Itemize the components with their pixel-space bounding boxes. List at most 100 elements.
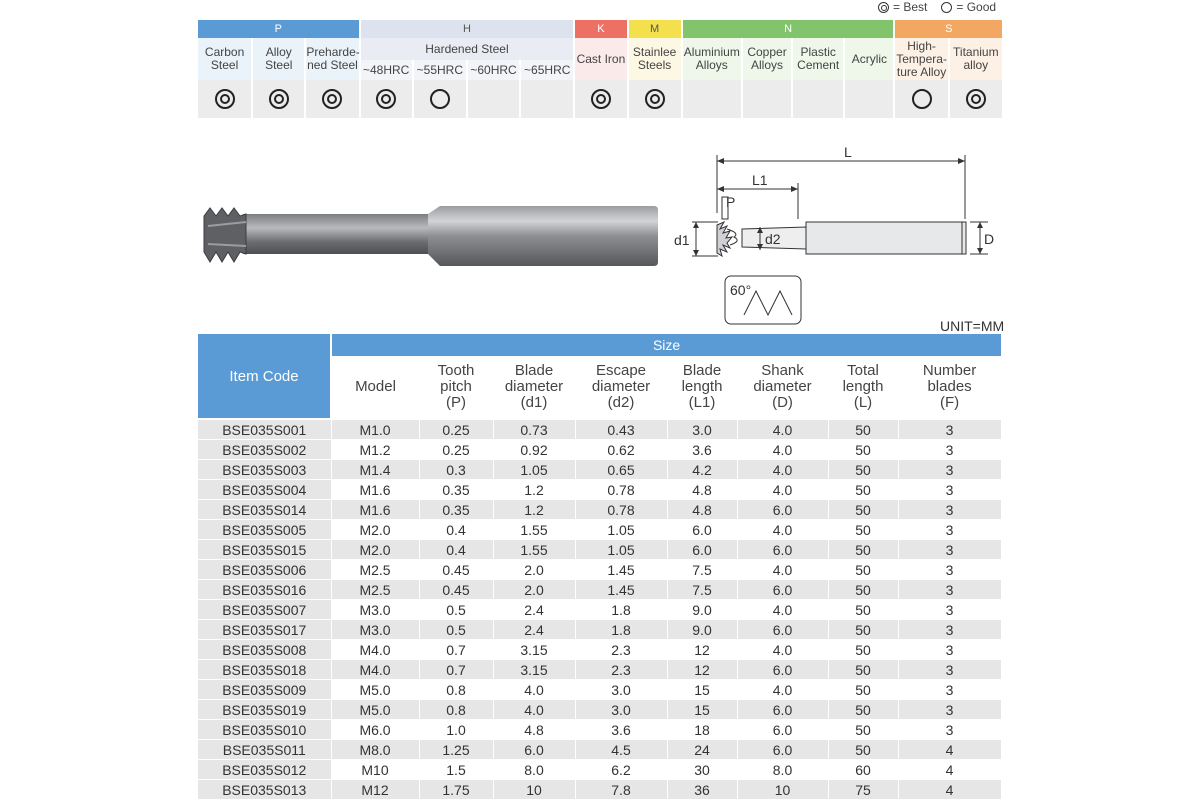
col-tooth-pitch: Tooth pitch (P): [437, 362, 475, 411]
table-cell: M4.0: [331, 659, 420, 680]
table-cell: 9.0: [667, 599, 738, 620]
item-code-cell: BSE035S009: [198, 679, 332, 700]
table-cell: 4: [898, 739, 1002, 760]
item-code-cell: BSE035S004: [198, 479, 332, 500]
table-cell: 36: [667, 779, 738, 800]
label-P: P: [726, 194, 735, 210]
material-plastic-cement: Plastic Cement: [792, 38, 846, 80]
table-cell: 3: [898, 679, 1002, 700]
table-cell: 50: [828, 439, 899, 460]
table-cell: 1.55: [493, 519, 576, 540]
material-carbon-steel: Carbon Steel: [198, 38, 254, 80]
table-cell: 50: [828, 719, 899, 740]
table-cell: M3.0: [331, 619, 420, 640]
item-code-cell: BSE035S014: [198, 499, 332, 520]
rating-row: [198, 80, 1005, 118]
table-cell: 50: [828, 499, 899, 520]
col-model: Model: [355, 378, 396, 395]
table-cell: 2.3: [575, 639, 668, 660]
table-row: BSE035S003 M1.4 0.3 1.05 0.65 4.2 4.0 50 3: [198, 459, 1002, 480]
legend-good-label: = Good: [956, 0, 997, 14]
size-table-body: BSE035S001 M1.0 0.25 0.73 0.43 3.0 4.0 50 3 BSE03…: [198, 420, 1002, 800]
table-cell: 4.0: [737, 420, 829, 440]
col-number-blades: Number blades (F): [922, 362, 977, 411]
table-cell: M2.0: [331, 519, 420, 540]
table-cell: 50: [828, 519, 899, 540]
table-cell: 3.15: [493, 659, 576, 680]
table-cell: 60: [828, 759, 899, 780]
item-code-cell: BSE035S008: [198, 639, 332, 660]
label-d2: d2: [765, 231, 781, 247]
table-cell: 3.0: [575, 699, 668, 720]
table-cell: 1.45: [575, 579, 668, 600]
col-shank-diameter: Shank diameter (D): [753, 362, 812, 411]
item-code-cell: BSE035S003: [198, 459, 332, 480]
table-cell: M1.6: [331, 499, 420, 520]
size-header: Size: [331, 334, 1002, 356]
thread-mill-photo: [203, 206, 658, 266]
table-cell: 6.0: [737, 659, 829, 680]
table-cell: 2.3: [575, 659, 668, 680]
table-cell: 3: [898, 420, 1002, 440]
table-row: BSE035S005 M2.0 0.4 1.55 1.05 6.0 4.0 50 3: [198, 519, 1002, 540]
table-cell: 50: [828, 539, 899, 560]
table-cell: 3.15: [493, 639, 576, 660]
table-cell: M2.0: [331, 539, 420, 560]
item-code-cell: BSE035S010: [198, 719, 332, 740]
table-cell: 2.4: [493, 599, 576, 620]
table-cell: 9.0: [667, 619, 738, 640]
table-cell: 50: [828, 579, 899, 600]
table-row: BSE035S011 M8.0 1.25 6.0 4.5 24 6.0 50 4: [198, 739, 1002, 760]
table-cell: 8.0: [737, 759, 829, 780]
table-cell: 4.8: [493, 719, 576, 740]
material-high-temperature-alloy: High-Tempera-ture Alloy: [894, 38, 950, 80]
table-cell: 6.0: [737, 499, 829, 520]
table-cell: M1.2: [331, 439, 420, 460]
table-cell: 4.8: [667, 499, 738, 520]
table-cell: 18: [667, 719, 738, 740]
rating-legend: = Best = Good: [878, 0, 996, 14]
table-cell: 6.2: [575, 759, 668, 780]
label-L1: L1: [752, 172, 768, 188]
item-code-cell: BSE035S018: [198, 659, 332, 680]
table-cell: 3: [898, 559, 1002, 580]
table-cell: 50: [828, 559, 899, 580]
table-cell: 2.0: [493, 579, 576, 600]
table-row: BSE035S018 M4.0 0.7 3.15 2.3 12 6.0 50 3: [198, 659, 1002, 680]
table-cell: 6.0: [737, 539, 829, 560]
table-cell: 7.5: [667, 579, 738, 600]
table-cell: 4.5: [575, 739, 668, 760]
item-code-cell: BSE035S017: [198, 619, 332, 640]
table-cell: 12: [667, 639, 738, 660]
table-cell: 10: [737, 779, 829, 800]
material-prehardened-steel: Preharde-ned Steel: [305, 38, 361, 80]
group-s: S: [894, 20, 1004, 38]
material-stainless-steels: Stainlee Steels: [627, 38, 683, 80]
table-cell: 3.0: [575, 679, 668, 700]
table-cell: 1.8: [575, 599, 668, 620]
size-table: Item Code Size Model Tooth pitch (P) Blade…: [198, 334, 1002, 800]
table-cell: 50: [828, 639, 899, 660]
table-cell: 0.78: [575, 499, 668, 520]
table-cell: 50: [828, 659, 899, 680]
table-cell: M12: [331, 779, 420, 800]
item-code-header: Item Code: [198, 334, 332, 418]
label-D: D: [984, 231, 994, 247]
table-row: BSE035S006 M2.5 0.45 2.0 1.45 7.5 4.0 50 3: [198, 559, 1002, 580]
table-row: BSE035S008 M4.0 0.7 3.15 2.3 12 4.0 50 3: [198, 639, 1002, 660]
table-row: BSE035S013 M12 1.75 10 7.8 36 10 75 4: [198, 779, 1002, 800]
table-cell: 0.45: [419, 559, 494, 580]
table-cell: 4.0: [493, 699, 576, 720]
item-code-cell: BSE035S015: [198, 539, 332, 560]
table-cell: 0.35: [419, 479, 494, 500]
item-code-cell: BSE035S006: [198, 559, 332, 580]
table-cell: 4.0: [737, 479, 829, 500]
material-cast-iron: Cast Iron: [574, 38, 629, 80]
item-code-cell: BSE035S007: [198, 599, 332, 620]
table-row: BSE035S001 M1.0 0.25 0.73 0.43 3.0 4.0 50 3: [198, 420, 1002, 440]
col-total-length: Total length (L): [842, 362, 884, 411]
table-cell: 50: [828, 699, 899, 720]
table-row: BSE035S015 M2.0 0.4 1.55 1.05 6.0 6.0 50 3: [198, 539, 1002, 560]
table-cell: 3: [898, 619, 1002, 640]
table-cell: 3.0: [667, 420, 738, 440]
